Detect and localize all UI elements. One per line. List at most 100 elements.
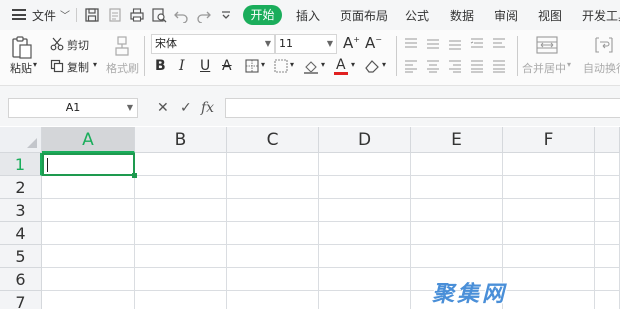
cell[interactable] bbox=[595, 268, 620, 291]
cell[interactable] bbox=[42, 176, 135, 199]
horizontal-align-icons[interactable] bbox=[404, 59, 512, 73]
column-header-f[interactable]: F bbox=[503, 127, 595, 153]
chevron-down-icon[interactable]: ▾ bbox=[321, 60, 325, 69]
paste-dropdown-icon[interactable]: ▾ bbox=[33, 60, 37, 69]
fill-handle[interactable] bbox=[132, 173, 137, 178]
cell[interactable] bbox=[595, 176, 620, 199]
tab-view[interactable]: 视图 bbox=[538, 7, 562, 24]
hamburger-menu-icon[interactable] bbox=[12, 9, 26, 20]
wrap-text-button[interactable]: 自动换行 bbox=[583, 60, 620, 76]
cell[interactable] bbox=[319, 153, 411, 176]
cell[interactable] bbox=[227, 245, 319, 268]
tab-page-layout[interactable]: 页面布局 bbox=[340, 7, 388, 24]
cell[interactable] bbox=[135, 291, 227, 309]
column-header-a[interactable]: A bbox=[42, 127, 135, 153]
cell[interactable] bbox=[595, 199, 620, 222]
cell[interactable] bbox=[411, 199, 503, 222]
save-icon[interactable] bbox=[84, 7, 100, 23]
cancel-icon[interactable]: ✕ bbox=[157, 100, 169, 116]
italic-icon[interactable]: I bbox=[179, 58, 185, 74]
cell[interactable] bbox=[135, 245, 227, 268]
eraser-icon[interactable] bbox=[364, 58, 380, 74]
cell[interactable] bbox=[319, 291, 411, 309]
cell[interactable] bbox=[135, 199, 227, 222]
formula-input[interactable] bbox=[225, 98, 620, 118]
file-menu[interactable]: 文件 bbox=[32, 7, 56, 24]
paste-button[interactable]: 粘贴 bbox=[10, 60, 32, 76]
format-painter-icon[interactable] bbox=[113, 35, 131, 57]
merge-cells-icon[interactable] bbox=[536, 36, 558, 54]
cell[interactable] bbox=[595, 222, 620, 245]
fill-color-icon[interactable] bbox=[303, 58, 319, 74]
cell[interactable] bbox=[319, 176, 411, 199]
chevron-down-icon[interactable]: ▾ bbox=[351, 60, 355, 69]
cell[interactable] bbox=[595, 153, 620, 176]
chevron-down-icon[interactable]: ▾ bbox=[382, 60, 386, 69]
confirm-icon[interactable]: ✓ bbox=[180, 100, 192, 116]
row-header-7[interactable]: 7 bbox=[0, 291, 42, 309]
copy-button[interactable]: 复制 bbox=[67, 59, 89, 75]
cell[interactable] bbox=[135, 153, 227, 176]
cut-button[interactable]: 剪切 bbox=[67, 37, 89, 53]
cell[interactable] bbox=[227, 176, 319, 199]
cell[interactable] bbox=[135, 268, 227, 291]
chevron-down-icon[interactable]: ▾ bbox=[261, 60, 265, 69]
chevron-down-icon[interactable]: ▾ bbox=[567, 60, 571, 69]
cell[interactable] bbox=[319, 222, 411, 245]
font-color-icon[interactable]: A bbox=[336, 57, 346, 73]
cell-style-icon[interactable] bbox=[274, 59, 288, 73]
chevron-down-icon[interactable]: ﹀ bbox=[60, 7, 70, 22]
tab-data[interactable]: 数据 bbox=[450, 7, 474, 24]
cell[interactable] bbox=[503, 176, 595, 199]
cell[interactable] bbox=[503, 268, 595, 291]
font-name-select[interactable]: 宋体 ▼ bbox=[151, 34, 275, 54]
tab-formulas[interactable]: 公式 bbox=[405, 7, 429, 24]
row-header-3[interactable]: 3 bbox=[0, 199, 42, 222]
wrap-text-icon[interactable] bbox=[594, 36, 614, 54]
undo-icon[interactable] bbox=[173, 7, 189, 23]
tab-review[interactable]: 审阅 bbox=[494, 7, 518, 24]
cell[interactable] bbox=[503, 153, 595, 176]
column-header-d[interactable]: D bbox=[319, 127, 411, 153]
row-header-1[interactable]: 1 bbox=[0, 153, 42, 176]
row-header-2[interactable]: 2 bbox=[0, 176, 42, 199]
paste-icon[interactable] bbox=[11, 35, 33, 59]
cell[interactable] bbox=[42, 222, 135, 245]
bold-icon[interactable]: B bbox=[155, 58, 166, 74]
copy-dropdown-icon[interactable]: ▾ bbox=[93, 60, 97, 69]
column-header-c[interactable]: C bbox=[227, 127, 319, 153]
cell[interactable] bbox=[42, 199, 135, 222]
cell[interactable] bbox=[42, 291, 135, 309]
cell[interactable] bbox=[227, 153, 319, 176]
name-box[interactable]: A1 ▼ bbox=[8, 98, 138, 118]
cell[interactable] bbox=[227, 199, 319, 222]
cell[interactable] bbox=[503, 291, 595, 309]
cell[interactable] bbox=[319, 245, 411, 268]
print-icon[interactable] bbox=[129, 7, 145, 23]
row-header-6[interactable]: 6 bbox=[0, 268, 42, 291]
cell[interactable] bbox=[319, 199, 411, 222]
column-header-e[interactable]: E bbox=[411, 127, 503, 153]
export-pdf-icon[interactable] bbox=[107, 7, 123, 23]
underline-icon[interactable]: U bbox=[200, 58, 210, 74]
column-header-b[interactable]: B bbox=[135, 127, 227, 153]
merge-center-button[interactable]: 合并居中 bbox=[522, 60, 566, 76]
vertical-align-icons[interactable] bbox=[404, 37, 512, 51]
tab-developer[interactable]: 开发工具 bbox=[582, 7, 620, 24]
decrease-font-size-icon[interactable]: A− bbox=[365, 34, 382, 52]
row-header-4[interactable]: 4 bbox=[0, 222, 42, 245]
cell[interactable] bbox=[135, 222, 227, 245]
row-header-5[interactable]: 5 bbox=[0, 245, 42, 268]
tab-home[interactable]: 开始 bbox=[243, 5, 282, 25]
cell[interactable] bbox=[503, 199, 595, 222]
redo-icon[interactable] bbox=[196, 7, 212, 23]
cell[interactable] bbox=[411, 245, 503, 268]
increase-font-size-icon[interactable]: A+ bbox=[343, 34, 360, 52]
cell[interactable] bbox=[595, 291, 620, 309]
cell[interactable] bbox=[227, 268, 319, 291]
active-cell[interactable] bbox=[42, 153, 135, 176]
cell[interactable] bbox=[595, 245, 620, 268]
font-size-select[interactable]: 11 ▼ bbox=[275, 34, 337, 54]
copy-icon[interactable] bbox=[50, 59, 64, 73]
scissors-icon[interactable] bbox=[50, 37, 64, 51]
